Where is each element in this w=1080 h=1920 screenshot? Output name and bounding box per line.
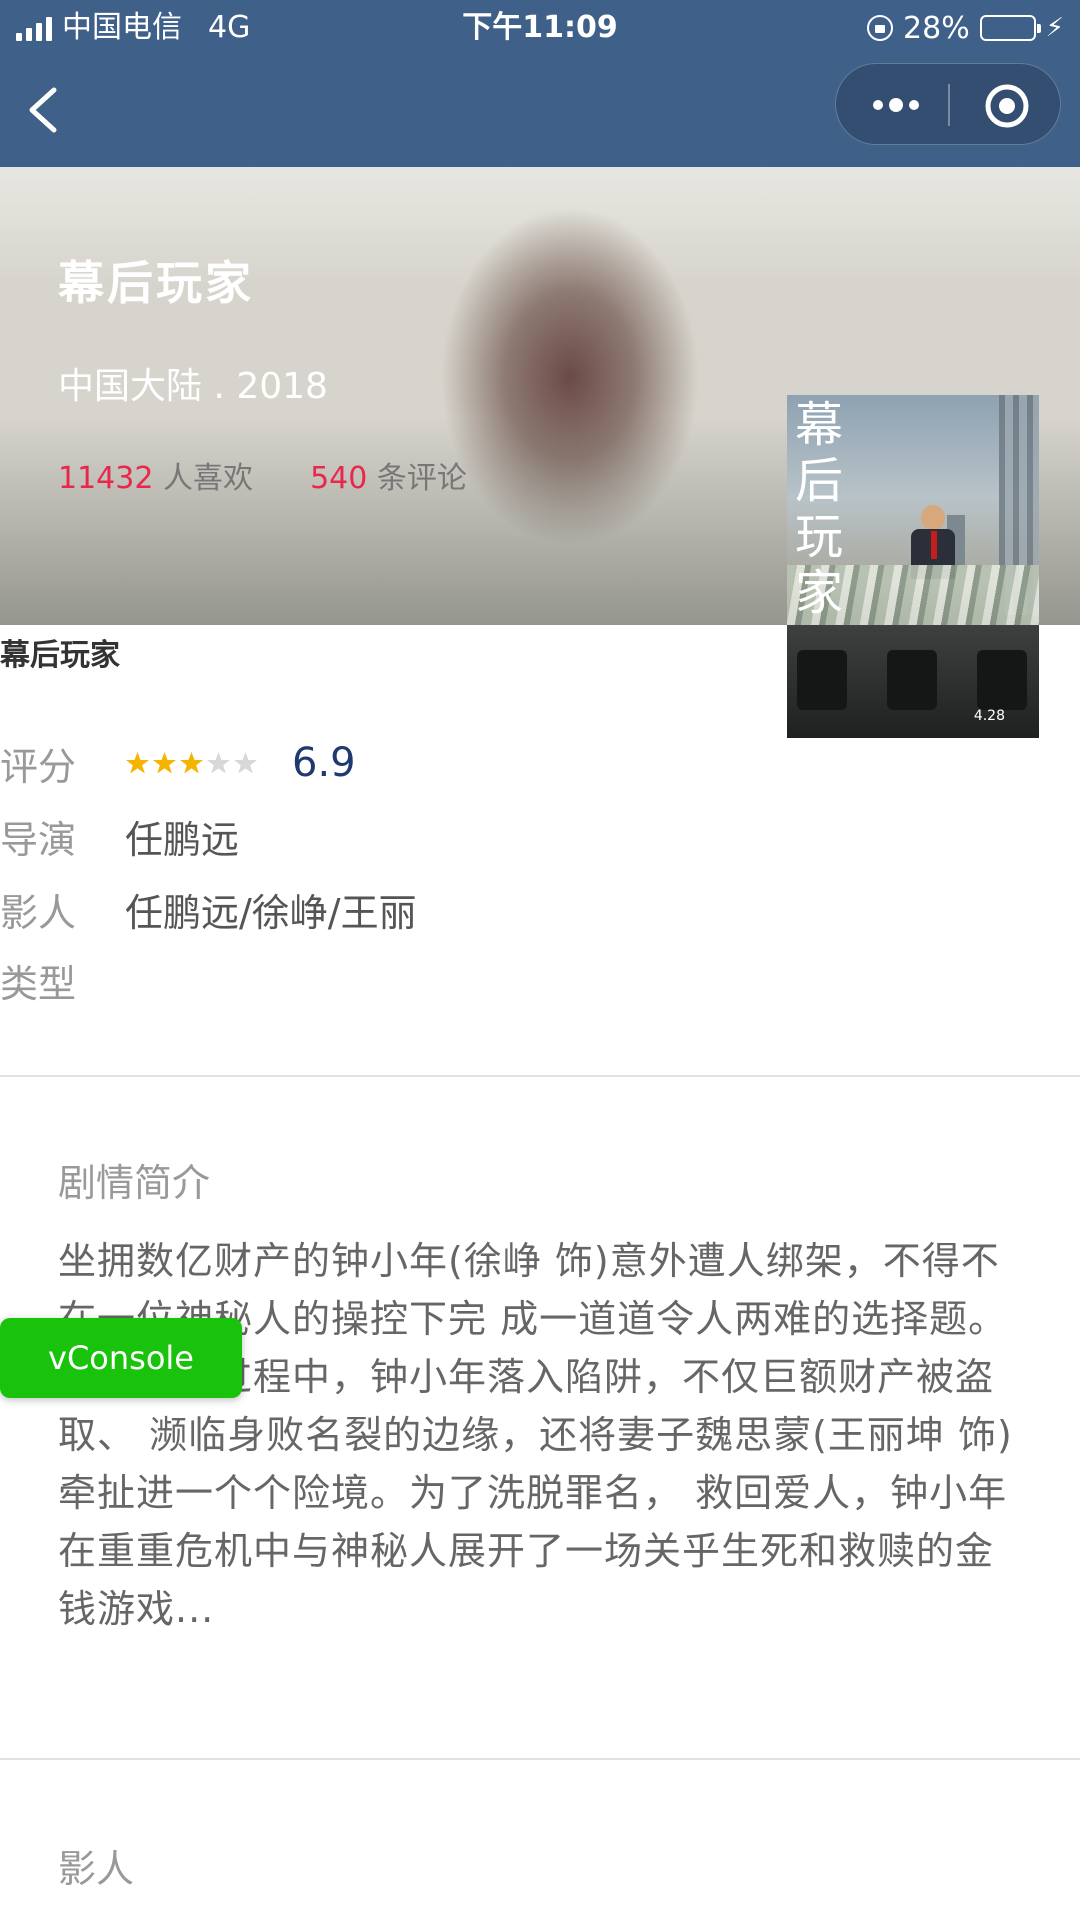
genre-row: 类型 [0, 950, 125, 1010]
capsule-divider [948, 84, 950, 126]
hero-title: 幕后玩家 [58, 256, 254, 310]
star-empty-icon [234, 751, 257, 773]
star-empty-icon [207, 751, 230, 773]
battery-percent: 28% [903, 10, 970, 46]
likes-count: 11432 [58, 461, 154, 496]
cast-row: 影人 任鹏远/徐峥/王丽 [0, 879, 417, 939]
director-label: 导演 [0, 817, 77, 862]
hero-stats: 11432 人喜欢 540 条评论 [58, 453, 467, 497]
synopsis-text: 坐拥数亿财产的钟小年(徐峥 饰)意外遭人绑架，不得不在一位神秘人的操控下完 成一… [58, 1239, 1013, 1631]
more-dots-icon [873, 98, 919, 112]
star-filled-icon [180, 751, 203, 773]
poster-title: 幕 后 玩 家 [794, 397, 843, 621]
synopsis-heading: 剧情简介 [58, 1161, 211, 1205]
comments-label: 条评论 [376, 461, 467, 496]
likes-label: 人喜欢 [162, 461, 253, 496]
star-filled-icon [153, 751, 176, 773]
rating-row: 评分 6.9 [0, 733, 356, 793]
rating-score: 6.9 [292, 740, 356, 786]
director-value: 任鹏远 [125, 817, 240, 862]
rotation-lock-icon [867, 15, 894, 41]
chevron-left-icon [29, 87, 57, 133]
battery-icon [979, 15, 1041, 41]
target-circle-icon [985, 84, 1029, 128]
genre-label: 类型 [0, 961, 77, 1006]
comments-count: 540 [310, 461, 368, 496]
back-button[interactable] [22, 80, 72, 140]
divider [0, 1075, 1080, 1077]
divider [0, 1758, 1080, 1760]
hero-region-year: 中国大陆 . 2018 [58, 366, 328, 407]
close-mini-program-button[interactable] [984, 83, 1030, 129]
charging-icon: ⚡ [1045, 13, 1064, 43]
top-bar: 中国电信 4G 下午11:09 28% ⚡ [0, 0, 1080, 167]
status-right: 28% ⚡ [867, 8, 1064, 48]
movie-poster[interactable]: 幕 后 玩 家 4.28 [787, 395, 1039, 738]
rating-stars [125, 751, 258, 776]
star-filled-icon [126, 751, 149, 773]
rating-label: 评分 [0, 744, 77, 789]
cast-section-heading: 影人 [58, 1847, 135, 1891]
poster-date: 4.28 [973, 708, 1005, 724]
director-row: 导演 任鹏远 [0, 806, 239, 866]
more-button[interactable] [866, 90, 926, 120]
cast-label: 影人 [0, 890, 77, 935]
mini-program-capsule [835, 63, 1061, 145]
cast-value: 任鹏远/徐峥/王丽 [125, 890, 417, 935]
status-bar: 中国电信 4G 下午11:09 28% ⚡ [0, 0, 1080, 55]
vconsole-button[interactable]: vConsole [0, 1318, 242, 1398]
movie-title: 幕后玩家 [0, 638, 120, 673]
